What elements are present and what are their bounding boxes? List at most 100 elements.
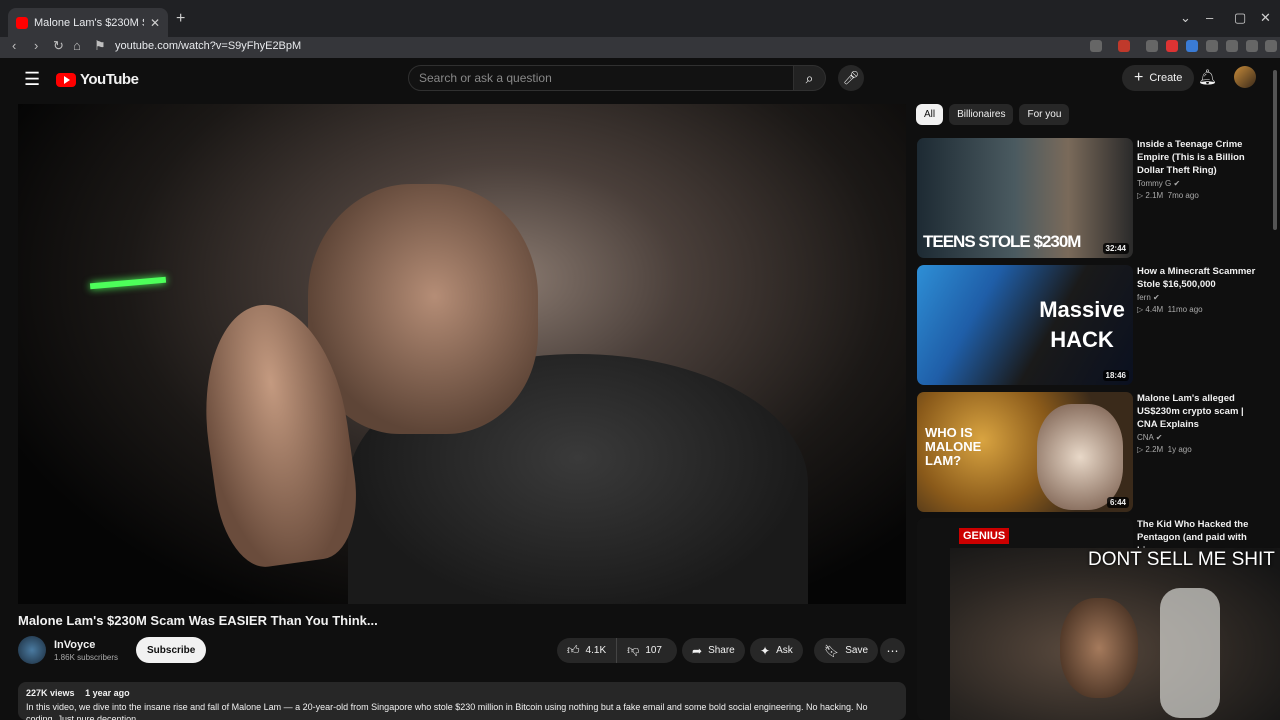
view-count: 4.4M	[1145, 305, 1164, 314]
channel-name[interactable]: InVoyce	[54, 639, 118, 651]
recommendation-title[interactable]: How a Minecraft Scammer Stole $16,500,00…	[1137, 265, 1262, 291]
dislike-button[interactable]: 👎︎ 107	[617, 638, 672, 663]
microphone-icon: 🎤︎	[842, 70, 860, 85]
save-button[interactable]: 🔖︎ Save	[814, 638, 879, 663]
account-avatar[interactable]	[1234, 66, 1256, 88]
extension-icon[interactable]	[1166, 40, 1178, 52]
more-icon: ⋯	[886, 643, 899, 658]
close-window-icon[interactable]: ✕	[1260, 10, 1271, 26]
vpn-icon[interactable]	[1246, 40, 1258, 52]
verified-icon: ✔	[1173, 179, 1181, 188]
more-actions-button[interactable]: ⋯	[880, 638, 905, 663]
browser-tab-bar: Malone Lam's $230M Scam W ✕ + ⌄ – ▢ ✕	[0, 0, 1280, 37]
video-duration: 6:44	[1106, 497, 1129, 508]
notifications-bell-icon[interactable]: 🔔︎	[1198, 68, 1217, 86]
maximize-icon[interactable]: ▢	[1234, 10, 1246, 26]
search-button[interactable]: ⌕	[794, 65, 826, 91]
video-duration: 32:44	[1102, 243, 1129, 254]
channel-name: CNA	[1137, 433, 1154, 442]
thumbs-down-icon: 👎︎	[627, 643, 640, 657]
hamburger-menu-icon[interactable]: ☰	[24, 69, 40, 90]
thumbnail-text: Massive HACK	[1039, 297, 1125, 352]
channel-name: fern	[1137, 293, 1151, 302]
video-player[interactable]	[18, 104, 906, 604]
description-box[interactable]: 227K views 1 year ago In this video, we …	[18, 682, 906, 720]
bookmark-icon: 🔖︎	[824, 643, 840, 658]
browser-tab[interactable]: Malone Lam's $230M Scam W ✕	[8, 8, 168, 37]
recommendation-channel: Tommy G ✔	[1137, 179, 1262, 188]
youtube-logo[interactable]: YouTube	[56, 71, 139, 88]
views-icon: ▷	[1137, 305, 1144, 314]
subscribe-button[interactable]: Subscribe	[136, 637, 207, 663]
like-button[interactable]: 👍︎ 4.1K	[557, 638, 618, 663]
video-thumbnail[interactable]: Massive HACK 18:46	[917, 265, 1133, 385]
thumbs-up-icon: 👍︎	[567, 643, 580, 657]
ask-label: Ask	[776, 645, 793, 656]
chip-billionaires[interactable]: Billionaires	[949, 104, 1014, 125]
recommendation-channel: fern ✔	[1137, 293, 1262, 302]
chip-all[interactable]: All	[916, 104, 944, 125]
search-input[interactable]: Search or ask a question	[408, 65, 794, 91]
verified-icon: ✔	[1155, 433, 1163, 442]
webcam-overlay	[950, 548, 1280, 720]
sparkle-icon: ✦	[760, 643, 771, 658]
music-icon[interactable]	[1226, 40, 1238, 52]
extension-icon[interactable]	[1146, 40, 1158, 52]
thumbnail-text: GENIUS	[959, 528, 1010, 544]
video-thumbnail[interactable]: TEENS STOLE $230M 32:44	[917, 138, 1133, 258]
save-label: Save	[845, 645, 869, 656]
channel-name: Tommy G	[1137, 179, 1172, 188]
new-tab-button[interactable]: +	[176, 10, 185, 28]
ask-button[interactable]: ✦ Ask	[750, 638, 803, 663]
url-field[interactable]: youtube.com/watch?v=S9yFhyE2BpM	[115, 40, 301, 52]
forward-icon[interactable]: ›	[34, 38, 38, 53]
youtube-play-icon	[56, 72, 76, 87]
upload-age: 1y ago	[1167, 445, 1192, 454]
portrait-image	[1037, 404, 1123, 510]
chip-for-you[interactable]: For you	[1019, 104, 1070, 125]
tab-search-chevron-icon[interactable]: ⌄	[1180, 10, 1191, 26]
upload-age: 1 year ago	[85, 688, 130, 698]
bookmark-icon[interactable]: ⚑	[94, 38, 106, 54]
youtube-favicon-icon	[16, 16, 28, 29]
extension-icon[interactable]	[1186, 40, 1198, 52]
dislike-count: 107	[645, 645, 662, 656]
logo-text: YouTube	[80, 71, 139, 88]
like-dislike-group: 👍︎ 4.1K 👎︎ 107	[557, 638, 677, 663]
page-scrollbar[interactable]	[1273, 70, 1277, 230]
stream-caption: DONT SELL ME SHIT	[1088, 549, 1275, 570]
cast-icon[interactable]	[1090, 40, 1102, 52]
minimize-icon[interactable]: –	[1206, 10, 1213, 25]
create-label: Create	[1149, 72, 1183, 84]
puzzle-icon[interactable]	[1206, 40, 1218, 52]
youtube-header: ☰ YouTube Search or ask a question ⌕ 🎤︎ …	[0, 58, 1280, 98]
share-label: Share	[708, 645, 735, 656]
video-frame-detail	[308, 184, 538, 434]
recommendation-title[interactable]: Inside a Teenage Crime Empire (This is a…	[1137, 138, 1262, 177]
webcam-detail	[1160, 588, 1220, 718]
recommendation-chips: All Billionaires For you	[916, 104, 1075, 125]
address-bar-row: ‹ › ↻ ⌂ ⚑ youtube.com/watch?v=S9yFhyE2Bp…	[0, 37, 1280, 58]
description-text: In this video, we dive into the insane r…	[26, 702, 868, 720]
video-title: Malone Lam's $230M Scam Was EASIER Than …	[18, 613, 378, 628]
upload-age: 7mo ago	[1167, 191, 1199, 200]
recommendation-meta: ▷ 4.4M 11mo ago	[1137, 305, 1262, 314]
close-tab-icon[interactable]: ✕	[150, 16, 160, 30]
voice-search-button[interactable]: 🎤︎	[838, 65, 864, 91]
home-icon[interactable]: ⌂	[73, 38, 81, 53]
share-button[interactable]: ➦ Share	[682, 638, 745, 663]
upload-age: 11mo ago	[1167, 305, 1203, 314]
back-icon[interactable]: ‹	[12, 38, 16, 53]
view-count: 2.2M	[1145, 445, 1164, 454]
subscriber-count: 1.86K subscribers	[54, 652, 119, 662]
video-thumbnail[interactable]: WHO IS MALONE LAM? 6:44	[917, 392, 1133, 512]
search-icon: ⌕	[805, 69, 814, 86]
channel-avatar[interactable]	[18, 636, 46, 664]
view-count: 227K views	[26, 688, 75, 698]
views-icon: ▷	[1137, 191, 1144, 200]
brave-shield-icon[interactable]	[1118, 40, 1130, 52]
recommendation-title[interactable]: Malone Lam's alleged US$230m crypto scam…	[1137, 392, 1262, 431]
create-button[interactable]: + Create	[1122, 65, 1195, 91]
menu-icon[interactable]	[1265, 40, 1277, 52]
reload-icon[interactable]: ↻	[53, 38, 64, 54]
